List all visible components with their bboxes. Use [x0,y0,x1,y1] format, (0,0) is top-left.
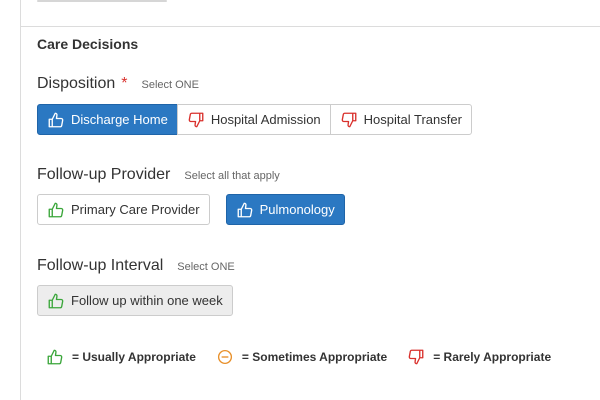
pulmonology-button[interactable]: Pulmonology [225,194,345,225]
legend-rarely-label: = Rarely Appropriate [433,350,552,364]
option-label: Follow up within one week [71,293,223,308]
disposition-button-group: Discharge Home Hospital Admission Hospit… [37,104,472,135]
thumbs-down-icon [187,111,205,129]
followup-provider-label: Follow-up Provider [37,166,171,183]
followup-provider-question: Follow-up Provider Select all that apply [37,166,280,184]
option-label: Hospital Transfer [363,112,462,127]
panel-left-border [20,0,21,400]
legend-usually-label: = Usually Appropriate [72,350,196,364]
thumbs-up-icon [236,201,254,219]
discharge-home-button[interactable]: Discharge Home [37,104,178,135]
followup-provider-hint: Select all that apply [184,170,280,182]
thumbs-up-icon [47,201,65,219]
thumbs-down-icon [340,111,358,129]
followup-interval-options: Follow up within one week [37,285,233,316]
primary-care-provider-button[interactable]: Primary Care Provider [37,194,210,225]
cut-off-previous-content [37,0,167,6]
section-divider [20,26,600,27]
thumbs-up-icon [46,348,64,366]
option-label: Hospital Admission [210,112,321,127]
disposition-label: Disposition [37,75,116,92]
thumbs-up-icon [47,292,65,310]
thumbs-up-icon [47,111,65,129]
followup-interval-label: Follow-up Interval [37,257,164,274]
follow-up-within-one-week-button[interactable]: Follow up within one week [37,285,233,316]
legend-sometimes-label: = Sometimes Appropriate [241,350,388,364]
hospital-transfer-button[interactable]: Hospital Transfer [329,104,472,135]
legend-sometimes: = Sometimes Appropriate [216,348,387,366]
option-label: Pulmonology [259,202,335,217]
legend-rarely: = Rarely Appropriate [407,348,551,366]
option-label: Discharge Home [71,112,168,127]
minus-circle-icon [216,348,234,366]
hospital-admission-button[interactable]: Hospital Admission [176,104,331,135]
appropriateness-legend: = Usually Appropriate = Sometimes Approp… [46,348,571,366]
legend-usually: = Usually Appropriate [46,348,196,366]
followup-provider-options: Primary Care Provider Pulmonology [37,194,345,225]
thumbs-down-icon [407,348,425,366]
followup-interval-question: Follow-up Interval Select ONE [37,257,235,275]
followup-interval-hint: Select ONE [177,261,235,273]
disposition-question: Disposition * Select ONE [37,75,199,93]
disposition-hint: Select ONE [141,79,199,91]
option-label: Primary Care Provider [71,202,200,217]
required-asterisk: * [121,75,128,92]
section-title: Care Decisions [37,36,139,52]
